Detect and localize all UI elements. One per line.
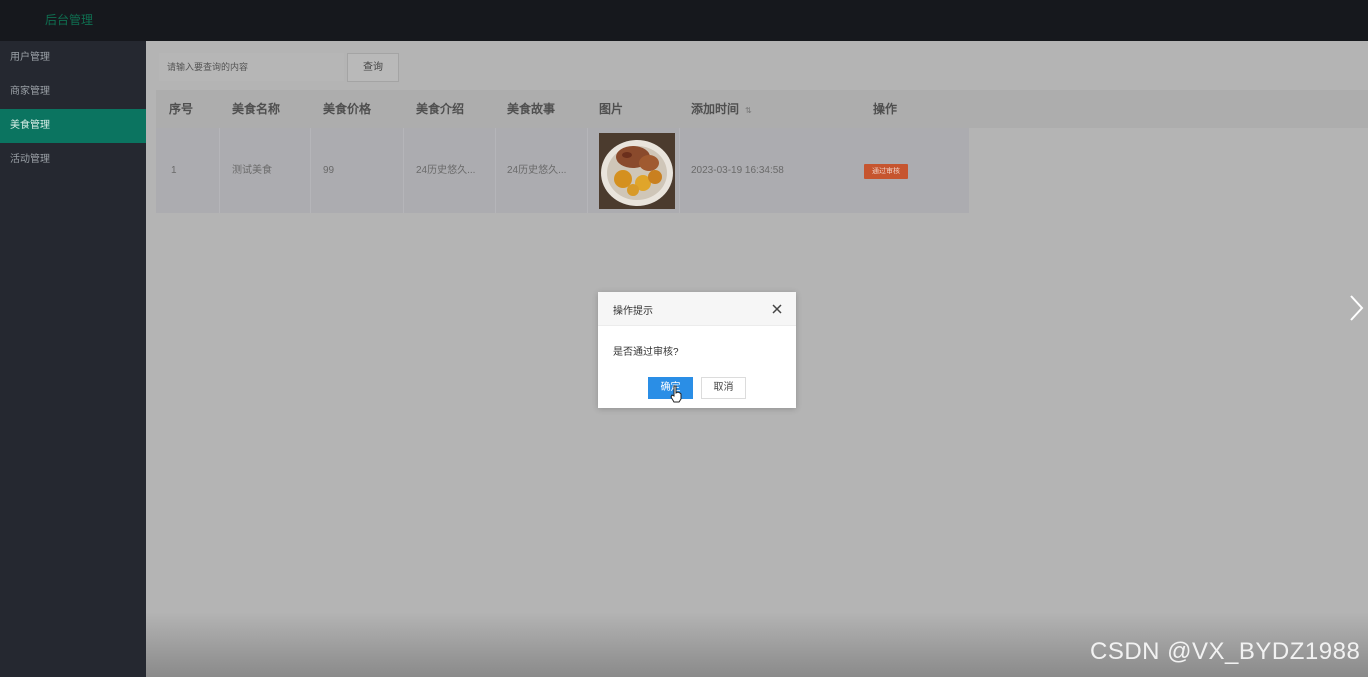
table-header: 序号 美食名称 美食价格 美食介绍 美食故事 图片 添加时间 ⇅ 操作 — [156, 90, 1368, 128]
food-image — [599, 133, 675, 209]
column-divider — [587, 128, 588, 213]
header-image: 图片 — [599, 102, 624, 116]
column-divider — [219, 128, 220, 213]
chevron-right-icon[interactable] — [1346, 293, 1366, 323]
hand-cursor-icon — [670, 385, 682, 403]
sidebar-item-activities[interactable]: 活动管理 — [0, 143, 146, 177]
cell-added-time: 2023-03-19 16:34:58 — [691, 165, 784, 176]
cell-intro: 24历史悠久... — [416, 165, 476, 176]
column-divider — [403, 128, 404, 213]
cell-price: 99 — [323, 165, 335, 176]
dialog-title: 操作提示 — [613, 306, 653, 317]
close-icon[interactable] — [770, 302, 784, 316]
sort-arrows-icon[interactable]: ⇅ — [745, 106, 752, 115]
header-added-time-label: 添加时间 — [691, 102, 740, 116]
sidebar-item-merchants[interactable]: 商家管理 — [0, 75, 146, 109]
header-index: 序号 — [169, 102, 194, 116]
dialog-header: 操作提示 — [598, 292, 796, 326]
header-name: 美食名称 — [232, 102, 281, 116]
approve-button[interactable]: 通过审核 — [864, 164, 908, 179]
cell-name: 测试美食 — [232, 165, 272, 176]
food-photo-icon — [599, 133, 675, 209]
top-bar: 后台管理 — [0, 0, 1368, 41]
brand-title: 后台管理 — [45, 13, 94, 27]
confirm-dialog: 操作提示 是否通过审核? 确定 取消 — [598, 292, 796, 408]
search-button[interactable]: 查询 — [347, 53, 399, 82]
header-price: 美食价格 — [323, 102, 372, 116]
watermark-text: CSDN @VX_BYDZ1988 — [1090, 638, 1361, 665]
header-action: 操作 — [873, 102, 898, 116]
cell-story: 24历史悠久... — [507, 165, 567, 176]
column-divider — [495, 128, 496, 213]
dialog-message: 是否通过审核? — [613, 347, 679, 358]
header-story: 美食故事 — [507, 102, 556, 116]
sidebar-item-food[interactable]: 美食管理 — [0, 109, 146, 143]
column-divider — [679, 128, 680, 213]
table-row: 1 测试美食 99 24历史悠久... 24历史悠久... 2023-03-19… — [156, 128, 969, 213]
column-divider — [310, 128, 311, 213]
sidebar-item-users[interactable]: 用户管理 — [0, 41, 146, 75]
cell-index: 1 — [171, 165, 177, 176]
header-intro: 美食介绍 — [416, 102, 465, 116]
sidebar: 用户管理 商家管理 美食管理 活动管理 — [0, 41, 146, 677]
search-input[interactable] — [159, 53, 344, 81]
header-added-time[interactable]: 添加时间 ⇅ — [691, 90, 752, 128]
cancel-button[interactable]: 取消 — [701, 377, 746, 399]
